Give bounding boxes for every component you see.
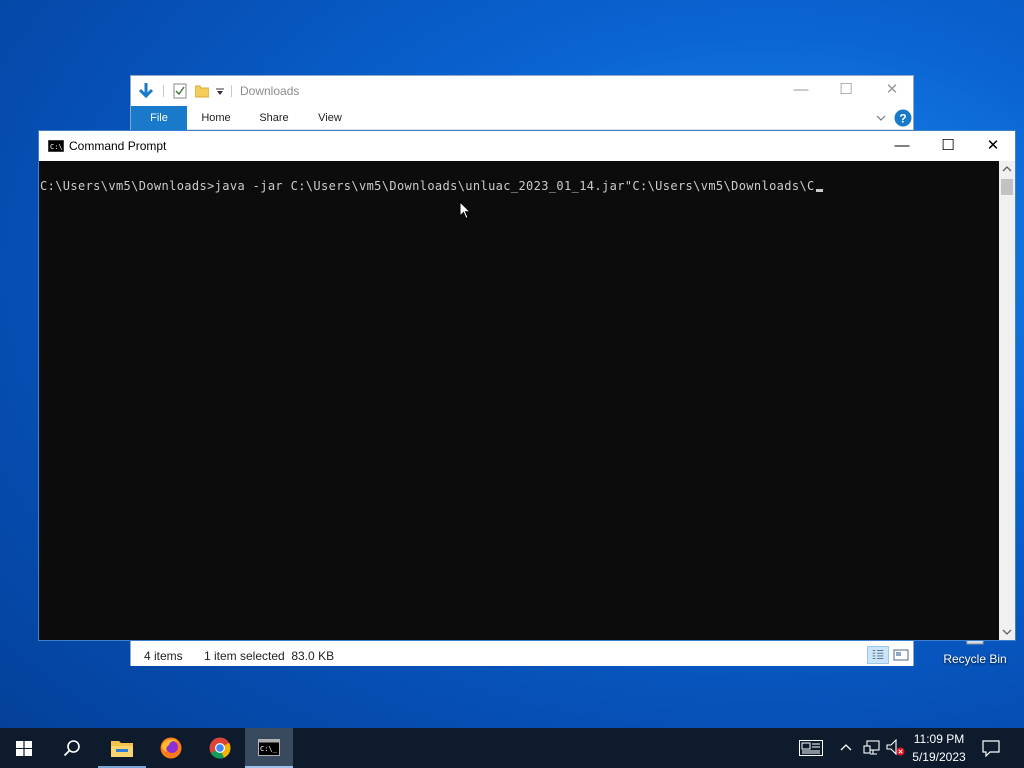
scroll-up-icon[interactable] <box>999 161 1015 177</box>
folder-icon[interactable] <box>195 84 209 98</box>
scroll-down-icon[interactable] <box>999 624 1015 640</box>
text-cursor <box>815 189 823 192</box>
chrome-icon <box>209 737 231 759</box>
search-button[interactable] <box>48 728 96 768</box>
command-prompt-icon: C:\_ <box>258 739 280 756</box>
status-item-count: 4 items <box>144 649 183 663</box>
svg-text:C:\: C:\ <box>50 143 63 151</box>
explorer-titlebar[interactable]: Downloads — ☐ ✕ <box>131 76 913 106</box>
clock-time: 11:09 PM <box>913 732 965 746</box>
search-icon <box>63 740 80 757</box>
cmd-titlebar[interactable]: C:\ Command Prompt — ☐ ✕ <box>39 131 1015 161</box>
mouse-pointer-icon <box>459 201 471 220</box>
dropdown-icon[interactable] <box>215 86 225 96</box>
firefox-icon <box>160 737 182 759</box>
show-hidden-icons-button[interactable] <box>836 728 856 768</box>
tab-share[interactable]: Share <box>249 106 299 130</box>
explorer-minimize-button[interactable]: — <box>778 76 824 104</box>
file-explorer-icon <box>111 741 133 757</box>
svg-text:C:\_: C:\_ <box>260 745 278 753</box>
volume-button[interactable] <box>884 728 906 768</box>
explorer-close-button[interactable]: ✕ <box>869 76 915 104</box>
taskbar-clock[interactable]: 11:09 PM 5/19/2023 <box>906 728 972 768</box>
news-icon <box>799 740 823 756</box>
tab-file[interactable]: File <box>131 106 187 130</box>
help-icon[interactable]: ? <box>894 109 912 127</box>
command-prompt-window[interactable]: C:\ Command Prompt — ☐ ✕ C:\Users\vm5\Do… <box>38 130 1016 641</box>
explorer-maximize-button[interactable]: ☐ <box>823 76 869 104</box>
command-prompt-icon: C:\ <box>48 140 64 152</box>
start-button[interactable] <box>0 728 48 768</box>
recycle-bin-label: Recycle Bin <box>943 652 1007 666</box>
quick-access-separator <box>163 85 164 97</box>
download-arrow-icon[interactable] <box>137 82 155 100</box>
chevron-up-icon <box>840 744 852 751</box>
cmd-minimize-button[interactable]: — <box>879 131 925 161</box>
cmd-command-text: C:\Users\vm5\Downloads>java -jar C:\User… <box>40 179 815 193</box>
network-button[interactable] <box>860 728 882 768</box>
taskbar-firefox[interactable] <box>147 728 195 768</box>
quick-access-separator <box>231 85 232 97</box>
taskbar-file-explorer[interactable] <box>98 728 146 768</box>
explorer-statusbar: 4 items 1 item selected 83.0 KB <box>131 644 913 666</box>
action-center-button[interactable] <box>980 728 1002 768</box>
details-view-icon[interactable] <box>867 646 889 664</box>
volume-muted-icon <box>886 739 905 756</box>
taskbar-command-prompt[interactable]: C:\_ <box>245 728 293 768</box>
clock-date: 5/19/2023 <box>912 750 966 764</box>
properties-icon[interactable] <box>173 83 187 99</box>
taskbar: C:\_ 11:09 PM 5/19/2023 <box>0 728 1024 768</box>
tab-view[interactable]: View <box>307 106 353 130</box>
network-icon <box>863 740 880 755</box>
explorer-title: Downloads <box>240 84 300 98</box>
tiles-view-icon[interactable] <box>891 646 911 664</box>
svg-text:?: ? <box>899 112 906 126</box>
cmd-console[interactable]: C:\Users\vm5\Downloads>java -jar C:\User… <box>39 161 999 640</box>
cmd-maximize-button[interactable]: ☐ <box>925 131 971 161</box>
chevron-down-icon[interactable] <box>875 112 887 124</box>
cmd-vertical-scrollbar[interactable] <box>999 161 1015 640</box>
tab-home[interactable]: Home <box>191 106 241 130</box>
scrollbar-thumb[interactable] <box>1001 179 1013 195</box>
taskbar-chrome[interactable] <box>196 728 244 768</box>
explorer-ribbon: File Home Share View ? <box>131 106 913 130</box>
notifications-icon <box>982 740 1000 757</box>
windows-start-icon <box>16 741 32 756</box>
status-selection: 1 item selected 83.0 KB <box>204 649 335 663</box>
cmd-output-line: C:\Users\vm5\Downloads>java -jar C:\User… <box>40 179 823 193</box>
cmd-title: Command Prompt <box>69 139 167 153</box>
news-and-interests-button[interactable] <box>796 728 826 768</box>
cmd-close-button[interactable]: ✕ <box>970 131 1016 161</box>
